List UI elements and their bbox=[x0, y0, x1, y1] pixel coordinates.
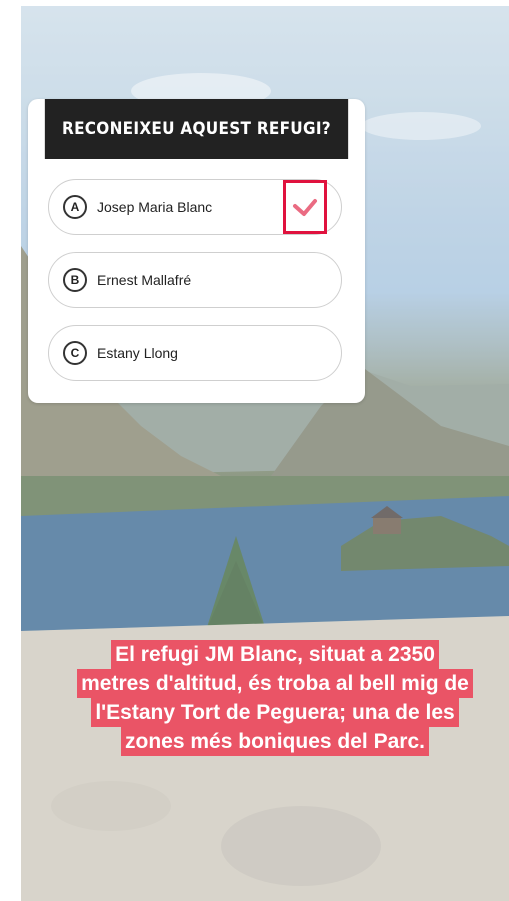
correct-answer-marker bbox=[283, 180, 327, 234]
quiz-option-a[interactable]: A Josep Maria Blanc bbox=[48, 179, 342, 235]
caption-line: metres d'altitud, és troba al bell mig d… bbox=[77, 669, 473, 698]
option-letter-b: B bbox=[63, 268, 87, 292]
checkmark-icon bbox=[293, 199, 317, 216]
quiz-sticker: RECONEIXEU AQUEST REFUGI? A Josep Maria … bbox=[28, 99, 365, 403]
caption-line: zones més boniques del Parc. bbox=[121, 727, 429, 756]
option-letter-a: A bbox=[63, 195, 87, 219]
story-caption: El refugi JM Blanc, situat a 2350 metres… bbox=[40, 640, 509, 756]
caption-line: l'Estany Tort de Peguera; una de les bbox=[91, 698, 459, 727]
option-label-b: Ernest Mallafré bbox=[97, 272, 192, 288]
option-label-a: Josep Maria Blanc bbox=[97, 199, 213, 215]
option-letter-c: C bbox=[63, 341, 87, 365]
quiz-option-c[interactable]: C Estany Llong bbox=[48, 325, 342, 381]
quiz-option-b[interactable]: B Ernest Mallafré bbox=[48, 252, 342, 308]
quiz-question: RECONEIXEU AQUEST REFUGI? bbox=[44, 99, 349, 159]
option-label-c: Estany Llong bbox=[97, 345, 178, 361]
caption-line: El refugi JM Blanc, situat a 2350 bbox=[111, 640, 439, 669]
